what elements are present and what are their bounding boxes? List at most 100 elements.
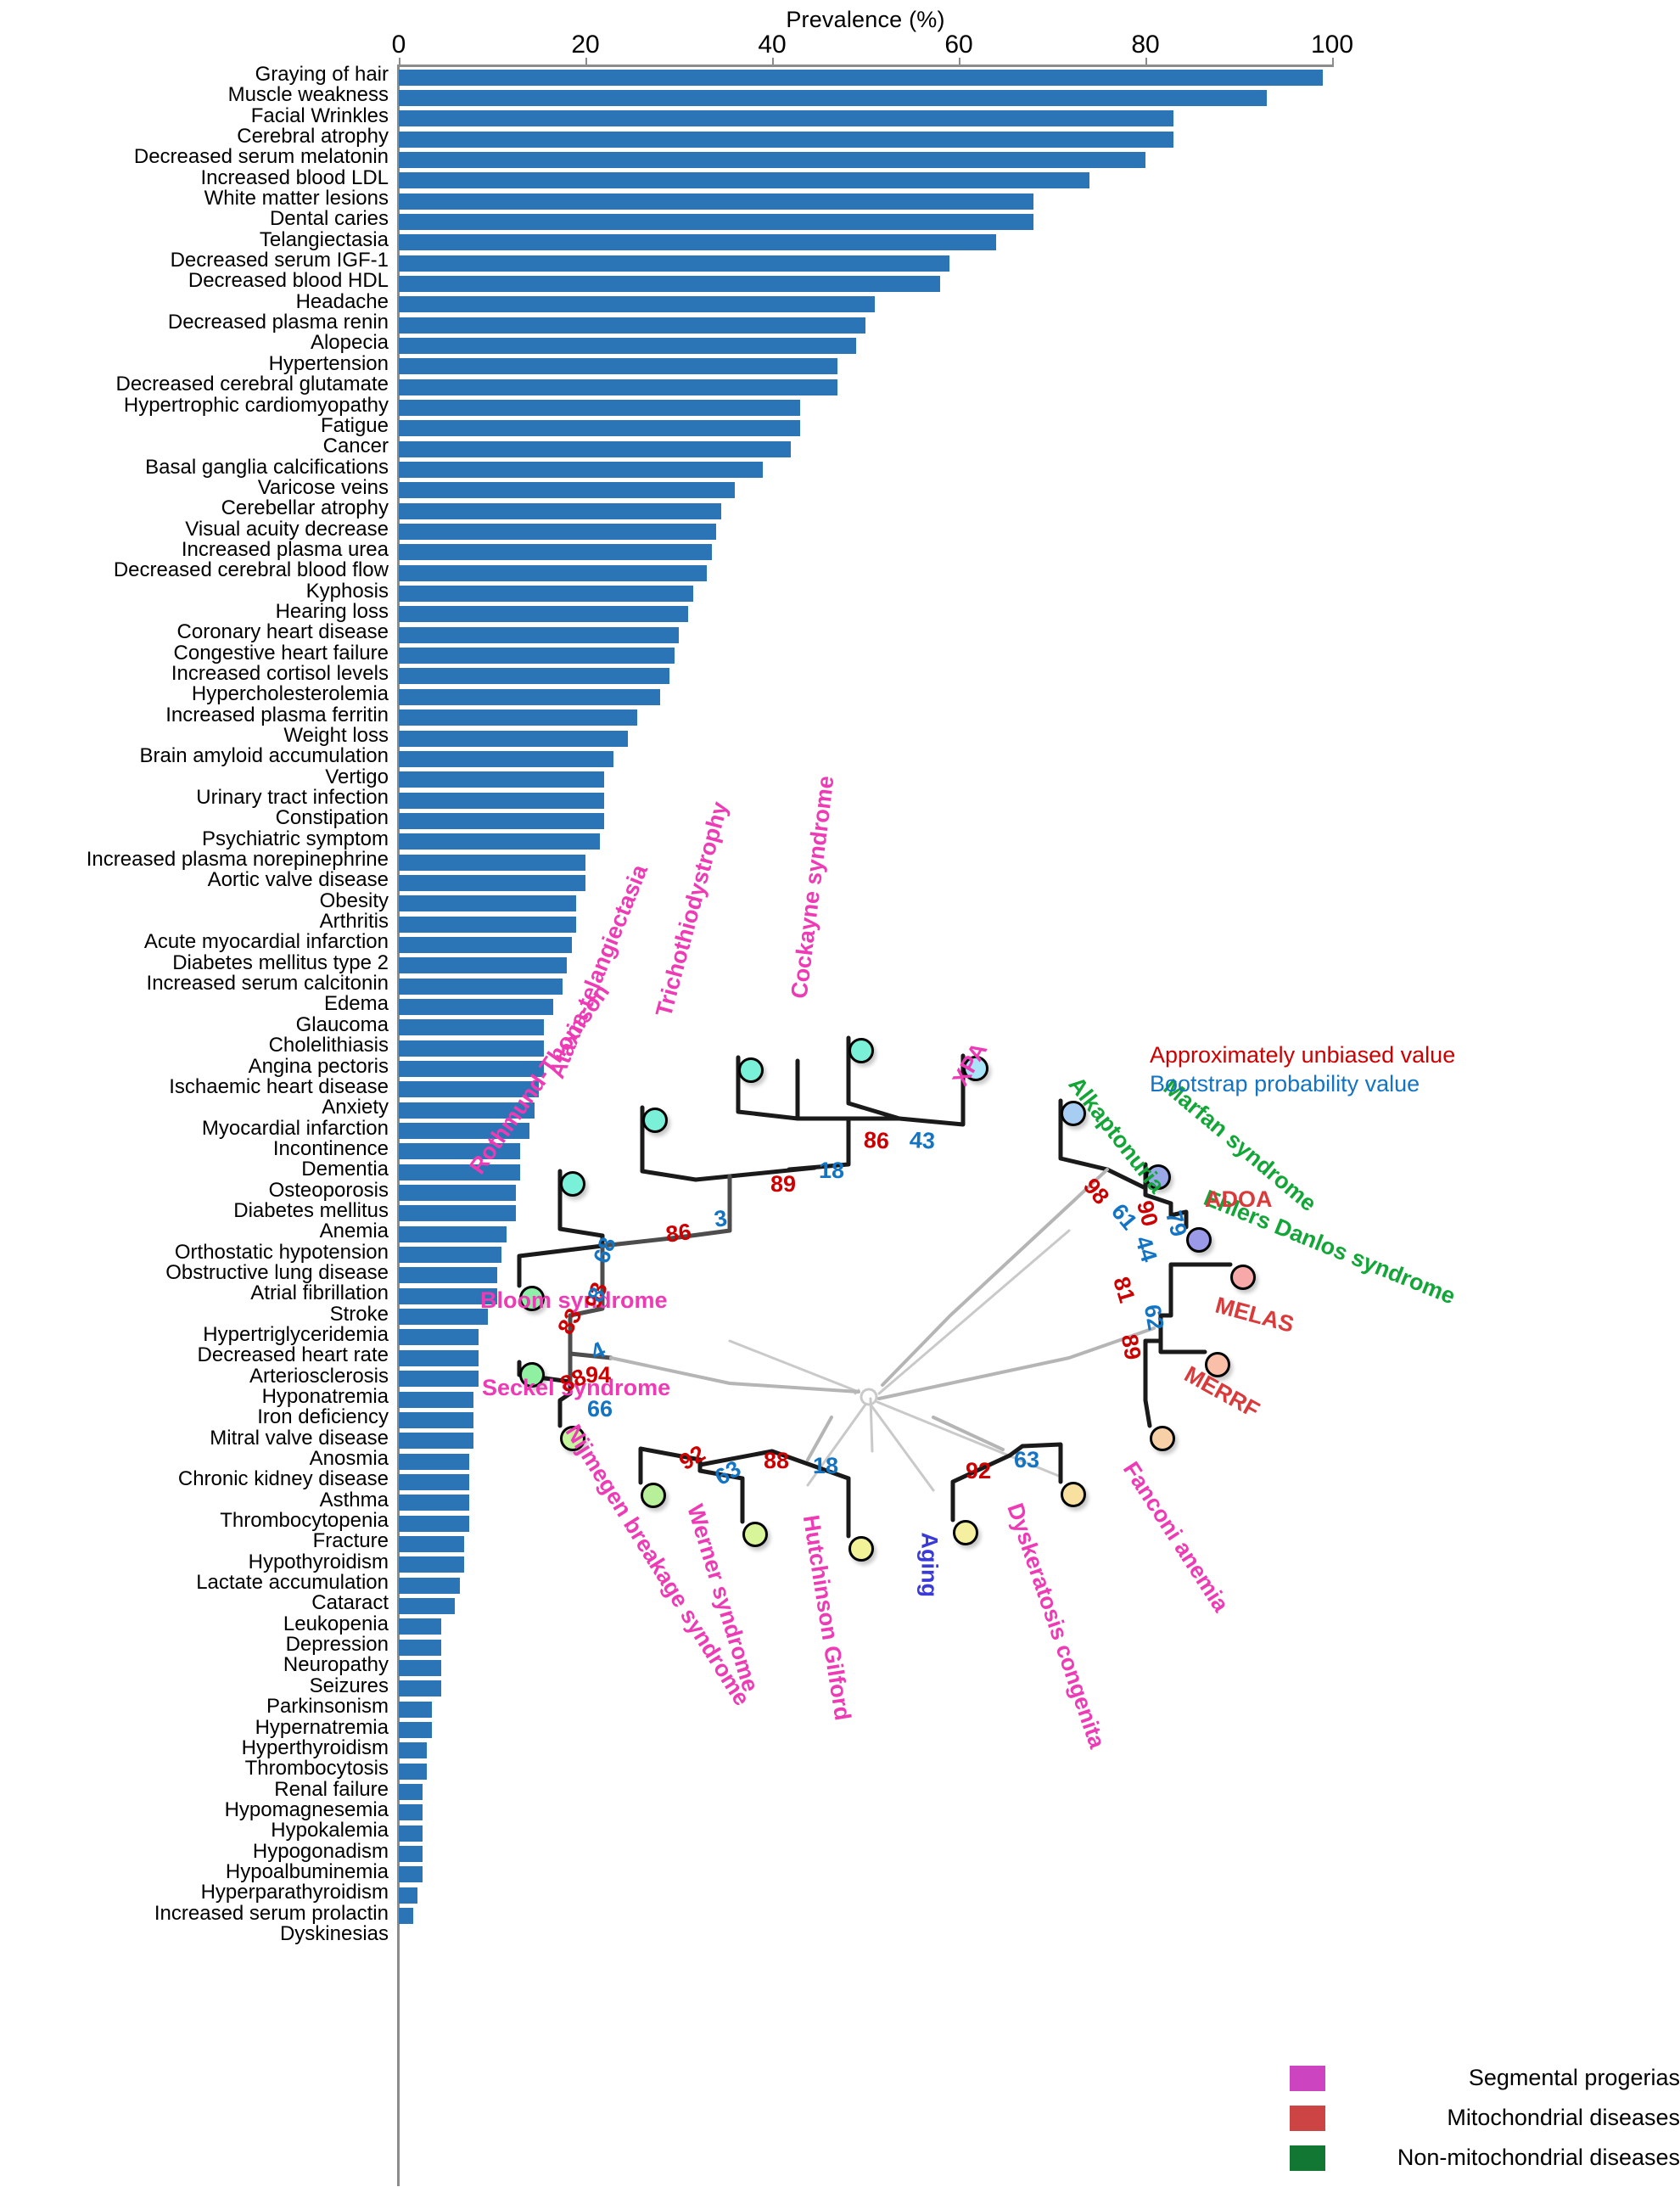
au-value: 88 [764, 1448, 790, 1473]
bar-category-label: Arthritis [319, 910, 389, 934]
bar [399, 1908, 413, 1925]
bar [399, 1495, 469, 1511]
bar [399, 626, 679, 643]
bar-category-label: Increased plasma urea [181, 537, 389, 561]
bar-category-label: Alopecia [310, 331, 389, 355]
x-tick-mark [399, 58, 400, 67]
bar [399, 668, 669, 685]
bar-category-label: Orthostatic hypotension [174, 1240, 389, 1264]
bar-category-label: Hyponatremia [261, 1385, 389, 1408]
bar [399, 916, 576, 933]
legend-swatch [1290, 2106, 1325, 2131]
bar-category-label: Decreased blood HDL [188, 269, 389, 293]
bar-category-label: Parkinsonism [266, 1695, 389, 1719]
bar [399, 1349, 479, 1366]
legend-label: Mitochondrial diseases [1447, 2105, 1680, 2130]
bar-category-label: Hypokalemia [271, 1819, 389, 1842]
bar [399, 1639, 441, 1656]
bar-category-label: Hypogonadism [252, 1839, 389, 1863]
legend-row: Segmental progerias [1290, 2062, 1680, 2102]
legend-label: Non-mitochondrial diseases [1397, 2145, 1680, 2170]
x-tick-label: 0 [391, 31, 406, 59]
legend-swatch [1290, 2145, 1325, 2171]
bar [399, 337, 856, 354]
bp-key-label: Bootstrap probability value [1150, 1071, 1420, 1096]
bar-category-label: Thrombocytopenia [220, 1509, 389, 1533]
bar-category-label: Urinary tract infection [196, 786, 389, 810]
bar [399, 1556, 464, 1573]
au-value: 89 [770, 1171, 797, 1197]
x-axis-tick-labels: 0 20 40 60 80 100 [0, 31, 1375, 59]
bar [399, 1535, 464, 1552]
bar [399, 440, 791, 457]
bar [399, 462, 763, 479]
bar [399, 420, 800, 437]
bar-category-label: Muscle weakness [227, 83, 389, 107]
legend-row: Non-mitochondrial diseases [1290, 2142, 1680, 2182]
bar-category-label: Constipation [275, 806, 389, 830]
bar [399, 1597, 455, 1614]
bar [399, 792, 604, 809]
bar-category-label: Thrombocytosis [244, 1757, 389, 1781]
bar [399, 317, 865, 334]
bp-value: 62 [1139, 1302, 1169, 1332]
bar-category-label: Hypomagnesemia [224, 1797, 389, 1821]
bar-category-label: Decreased serum IGF-1 [170, 249, 389, 272]
bar [399, 648, 675, 665]
bar-category-label: Increased serum prolactin [154, 1901, 389, 1925]
bar-category-label: Glaucoma [295, 1012, 389, 1036]
bar [399, 1804, 423, 1821]
bar [399, 131, 1173, 148]
bar-category-label: Visual acuity decrease [185, 517, 389, 541]
bar-category-label: Increased cortisol levels [171, 661, 389, 685]
bar [399, 564, 707, 581]
bar [399, 400, 800, 416]
bar-category-label: Graying of hair [255, 63, 389, 86]
bar-category-label: Hypoalbuminemia [225, 1859, 389, 1883]
bar [399, 709, 637, 726]
bar-category-label: Hypernatremia [255, 1715, 389, 1739]
bar-category-label: Hyperthyroidism [241, 1736, 389, 1759]
bar [399, 812, 604, 829]
x-tick-label: 20 [571, 31, 600, 59]
bar [399, 482, 735, 499]
bar [399, 213, 1033, 230]
bar [399, 1433, 473, 1450]
bar [399, 544, 712, 561]
leaf-node-hutchinson-gilford [742, 1522, 768, 1547]
bar-category-label: Cholelithiasis [268, 1034, 389, 1057]
bar [399, 1866, 423, 1883]
bar [399, 730, 628, 747]
bar-category-label: Headache [295, 289, 389, 313]
bar-category-label: Congestive heart failure [173, 641, 389, 665]
bar [399, 1784, 423, 1801]
bar [399, 1515, 469, 1532]
bar-category-label: Dyskinesias [279, 1921, 389, 1945]
bar-category-label: Psychiatric symptom [201, 827, 389, 850]
bar-category-label: Facial Wrinkles [250, 104, 389, 127]
bar [399, 1887, 417, 1904]
bar [399, 69, 1323, 86]
bar-category-label: Vertigo [325, 765, 389, 788]
bar [399, 895, 576, 912]
legend-swatch [1290, 2066, 1325, 2091]
bar-category-label: Hypercholesterolemia [191, 682, 389, 706]
bar-category-label: Mitral valve disease [210, 1426, 389, 1450]
leaf-node-cockayne-syndrome [848, 1038, 874, 1063]
bar-category-label: Obesity [319, 889, 389, 912]
disease-group-legend: Segmental progerias Mitochondrial disease… [1290, 2062, 1680, 2182]
bar [399, 1763, 427, 1780]
bar [399, 1701, 432, 1718]
au-value: 89 [1116, 1332, 1146, 1362]
bp-value: 18 [813, 1453, 839, 1478]
bar-category-label: White matter lesions [204, 187, 389, 210]
au-key-label: Approximately unbiased value [1150, 1042, 1456, 1068]
bp-value: 18 [819, 1158, 845, 1183]
bar-category-label: Hypertension [268, 351, 389, 375]
bar-category-label: Asthma [319, 1488, 389, 1511]
bar [399, 1846, 423, 1863]
bar [399, 1309, 488, 1326]
bar [399, 771, 604, 788]
bar-category-label: Hypothyroidism [248, 1550, 389, 1573]
bar [399, 1618, 441, 1635]
